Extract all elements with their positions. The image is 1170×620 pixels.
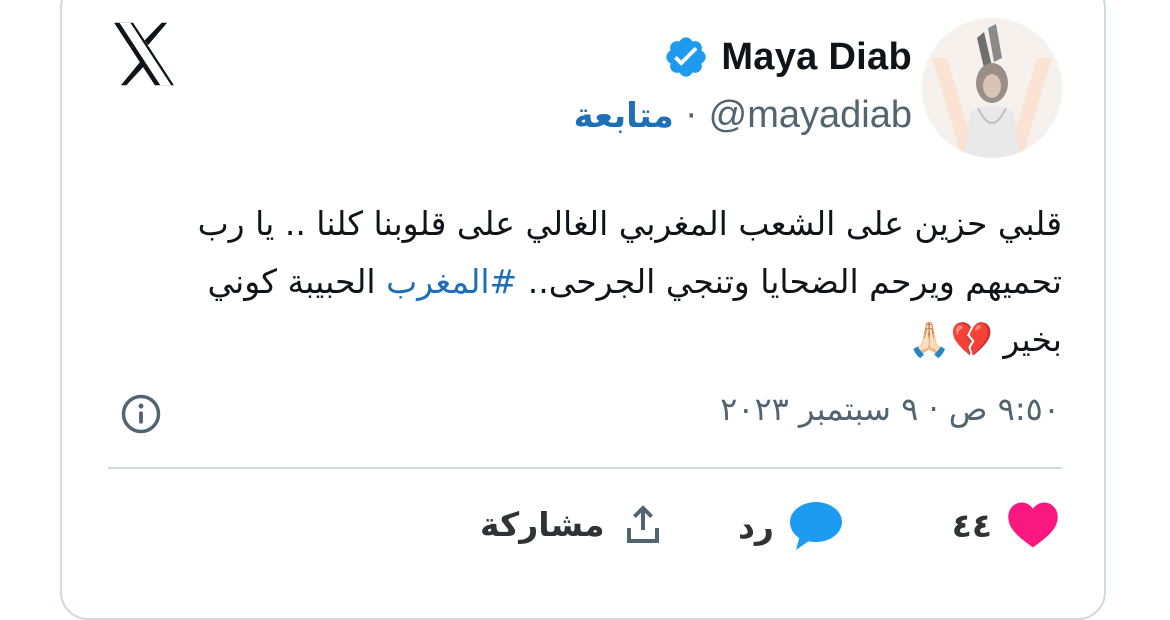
verified-badge-icon	[666, 37, 706, 77]
author-handle[interactable]: @mayadiab	[709, 94, 912, 137]
reply-label: رد	[738, 506, 774, 546]
share-button[interactable]: مشاركة	[480, 500, 667, 548]
heart-icon	[1008, 502, 1058, 548]
tweet-actions: مشاركة رد ٤٤	[480, 500, 1060, 560]
follow-link[interactable]: متابعة	[574, 96, 674, 136]
like-button[interactable]: ٤٤	[952, 500, 1060, 550]
reply-button[interactable]: رد	[738, 500, 844, 552]
author-name-row: Maya Diab	[663, 34, 912, 80]
tweet-text: قلبي حزين على الشعب المغربي الغالي على ق…	[150, 195, 1062, 369]
divider	[108, 467, 1062, 469]
tweet-timestamp[interactable]: ٩:٥٠ ص · ٩ سبتمبر ٢٠٢٣	[720, 390, 1060, 428]
tweet-emojis: 💔🙏🏻	[908, 320, 993, 360]
like-count: ٤٤	[951, 505, 992, 545]
author-handle-row: متابعة · @mayadiab	[574, 94, 912, 137]
speech-bubble-icon	[789, 502, 842, 550]
x-logo-icon[interactable]	[110, 20, 178, 88]
share-label: مشاركة	[480, 504, 605, 544]
separator-dot: ·	[685, 95, 697, 136]
avatar[interactable]	[922, 18, 1062, 158]
author-display-name[interactable]: Maya Diab	[721, 36, 912, 79]
hashtag-link[interactable]: #المغرب	[386, 262, 517, 301]
info-icon[interactable]	[120, 393, 162, 435]
share-icon	[626, 505, 659, 543]
avatar-image	[922, 18, 1062, 158]
